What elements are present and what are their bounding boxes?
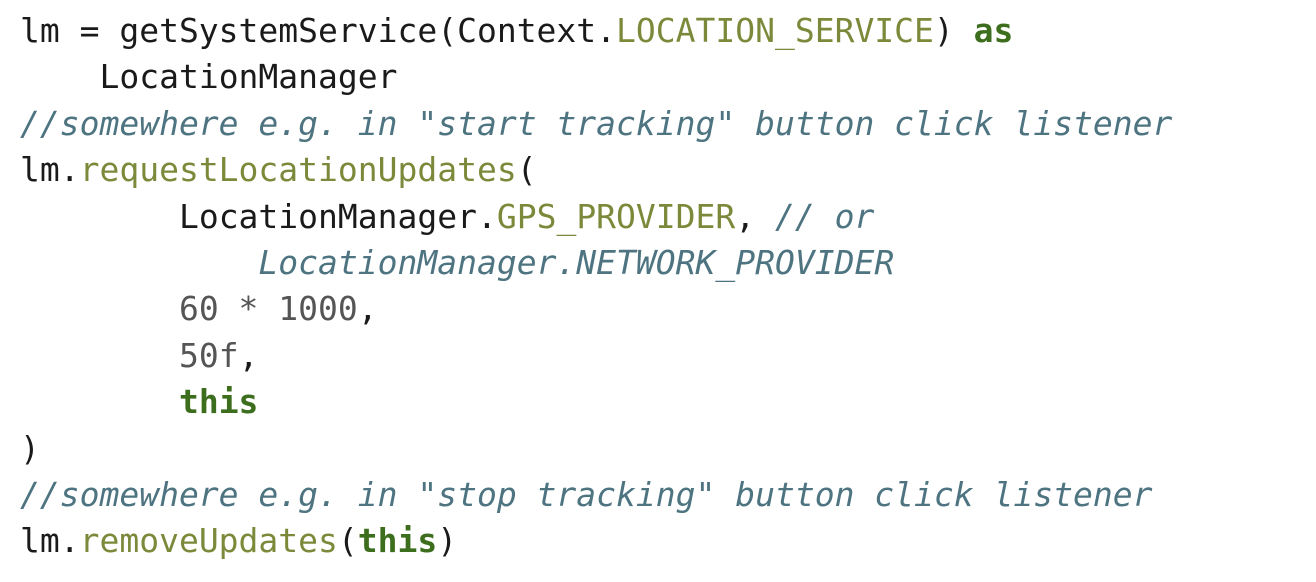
keyword-this: this: [178, 382, 259, 422]
comment-start-tracking: //somewhere e.g. in "start tracking" but…: [20, 103, 1173, 143]
code-line-11: //somewhere e.g. in "stop tracking" butt…: [20, 472, 1172, 518]
code-listing: lm = getSystemService(Context.LOCATION_S…: [20, 8, 1172, 565]
comma: ,: [357, 289, 378, 329]
keyword-as: as: [973, 11, 1014, 50]
comma: ,: [238, 335, 259, 375]
code-line-1: lm = getSystemService(Context.LOCATION_S…: [20, 8, 1172, 54]
constant-location-service: LOCATION_SERVICE: [616, 11, 934, 50]
code-line-4: lm.requestLocationUpdates(: [20, 147, 1172, 193]
code-line-2: LocationManager: [20, 54, 1172, 100]
code-text: lm = getSystemService(Context.: [20, 11, 617, 50]
code-line-6: LocationManager.NETWORK_PROVIDER: [20, 240, 1172, 286]
code-line-7: 60 * 1000,: [20, 286, 1172, 332]
method-remove-updates: removeUpdates: [79, 521, 338, 561]
method-request-location-updates: requestLocationUpdates: [79, 150, 517, 190]
constant-gps-provider: GPS_PROVIDER: [496, 196, 736, 236]
code-text: lm.: [20, 150, 80, 190]
comment-stop-tracking: //somewhere e.g. in "stop tracking" butt…: [20, 474, 1153, 514]
code-line-3: //somewhere e.g. in "start tracking" but…: [20, 101, 1172, 147]
keyword-this: this: [357, 521, 438, 561]
open-paren: (: [337, 521, 358, 561]
code-line-5: LocationManager.GPS_PROVIDER, // or: [20, 194, 1172, 240]
code-text: ,: [735, 196, 776, 236]
code-text: LocationManager.: [178, 196, 497, 236]
code-line-8: 50f,: [20, 333, 1172, 379]
close-paren: ): [437, 521, 458, 561]
comment-network-provider: LocationManager.NETWORK_PROVIDER: [258, 242, 895, 282]
open-paren: (: [516, 150, 537, 190]
code-text: lm.: [20, 521, 80, 561]
comment-or: // or: [775, 196, 875, 236]
number-interval: 60 * 1000: [178, 289, 358, 329]
number-distance: 50f: [178, 335, 239, 375]
close-paren: ): [20, 428, 40, 468]
code-line-9: this: [20, 379, 1172, 425]
code-line-12: lm.removeUpdates(this): [20, 518, 1172, 564]
code-line-10: ): [20, 426, 1172, 472]
code-text: ): [933, 11, 974, 50]
type-location-manager: LocationManager: [99, 57, 398, 97]
